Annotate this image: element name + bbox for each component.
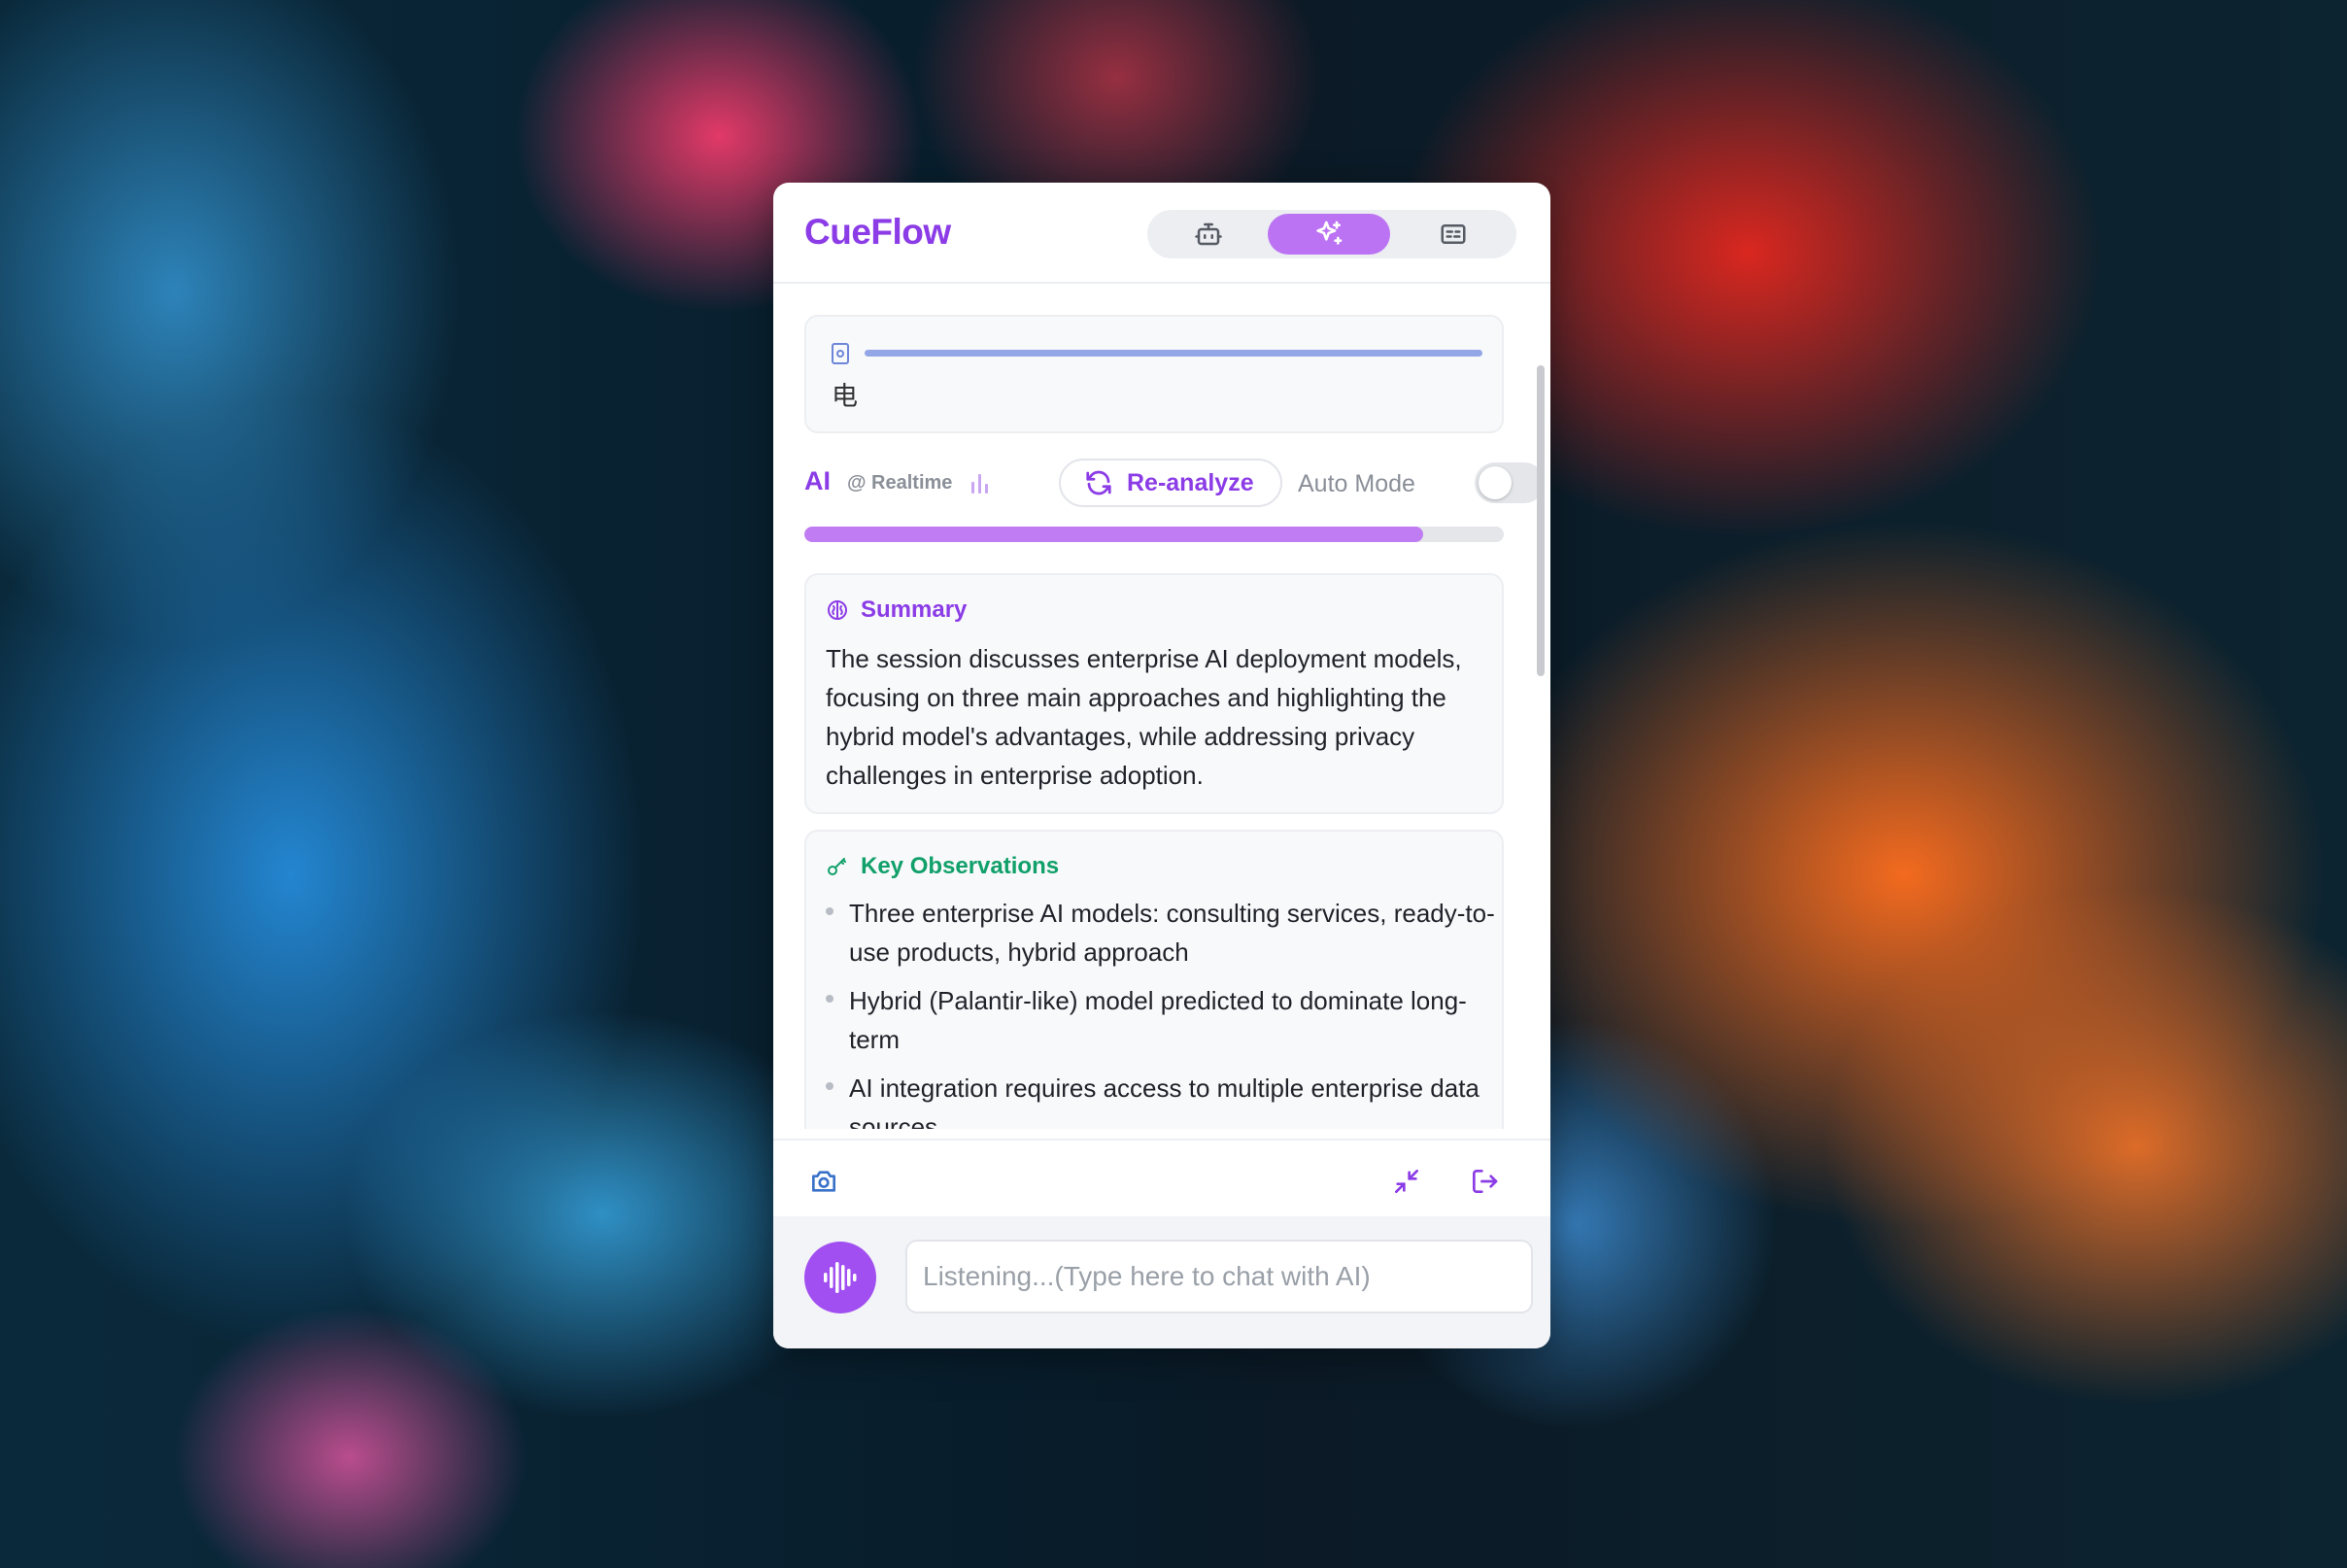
- source-progress-line: [865, 350, 1482, 357]
- observation-text: Hybrid (Palantir-like) model predicted t…: [849, 986, 1467, 1054]
- exit-button[interactable]: [1463, 1160, 1506, 1203]
- analysis-progress-fill: [804, 527, 1424, 542]
- chat-input[interactable]: [905, 1240, 1533, 1313]
- auto-mode-label: Auto Mode: [1298, 470, 1415, 497]
- reanalyze-label: Re-analyze: [1127, 468, 1254, 496]
- sparkles-icon: [1316, 221, 1343, 245]
- source-text: 电: [832, 382, 858, 412]
- toggle-knob: [1479, 466, 1512, 499]
- key-icon: [828, 858, 846, 875]
- bar-signal-icon: [971, 474, 988, 494]
- observation-item: Three enterprise AI models: consulting s…: [826, 894, 1496, 971]
- mode-switch: [1147, 210, 1516, 258]
- observation-text: AI integration requires access to multip…: [849, 1074, 1480, 1129]
- robot-icon: [1195, 222, 1222, 246]
- observation-text: Three enterprise AI models: consulting s…: [849, 899, 1495, 967]
- camera-icon: [812, 1171, 835, 1192]
- observation-item: Hybrid (Palantir-like) model predicted t…: [826, 981, 1496, 1059]
- summary-header: Summary: [826, 597, 967, 624]
- app-title: CueFlow: [804, 212, 951, 252]
- chat-input-bar: [773, 1216, 1550, 1348]
- ai-label: AI: [804, 466, 831, 495]
- reanalyze-button[interactable]: Re-analyze: [1059, 459, 1282, 507]
- analysis-progress-bar: [804, 527, 1504, 542]
- bullet-dot: [826, 995, 833, 1003]
- mode-assistant-button[interactable]: [1147, 214, 1270, 255]
- summary-title: Summary: [861, 597, 968, 623]
- document-icon: [832, 343, 849, 364]
- bottom-toolbar: [773, 1139, 1550, 1216]
- observations-list: Three enterprise AI models: consulting s…: [826, 894, 1496, 1129]
- realtime-label: @ Realtime: [847, 472, 953, 494]
- mode-insights-button[interactable]: [1268, 214, 1390, 255]
- exit-icon: [1473, 1170, 1498, 1193]
- observation-item: AI integration requires access to multip…: [826, 1069, 1496, 1129]
- key-observations-card: Key Observations Three enterprise AI mod…: [804, 830, 1504, 1129]
- minimize-button[interactable]: [1385, 1160, 1428, 1203]
- content-scrollbar[interactable]: [1537, 365, 1545, 676]
- screenshot-button[interactable]: [802, 1160, 845, 1203]
- auto-mode-toggle[interactable]: [1475, 462, 1545, 503]
- minimize-icon: [1395, 1170, 1418, 1193]
- summary-text: The session discusses enterprise AI depl…: [826, 644, 1462, 790]
- insights-content[interactable]: 电 AI @ Realtime Re-analyze Auto Mode Sum…: [773, 286, 1550, 1129]
- transcript-source-card: 电: [804, 315, 1504, 433]
- cueflow-panel: CueFlow 电 AI @ Realtime Re-analyze Auto …: [773, 183, 1550, 1348]
- audio-waveform-icon: [824, 1262, 857, 1293]
- ai-status-row: AI @ Realtime Re-analyze Auto Mode: [804, 457, 1545, 515]
- captions-icon: [1441, 224, 1466, 244]
- mode-transcript-button[interactable]: [1392, 214, 1514, 255]
- observations-header: Key Observations: [826, 853, 1059, 880]
- refresh-icon: [1084, 468, 1113, 497]
- voice-listen-button[interactable]: [804, 1242, 876, 1313]
- brain-icon: [828, 600, 847, 620]
- bullet-dot: [826, 907, 833, 915]
- summary-card: Summary The session discusses enterprise…: [804, 573, 1504, 814]
- bullet-dot: [826, 1082, 833, 1090]
- observations-title: Key Observations: [861, 853, 1060, 879]
- panel-header: CueFlow: [773, 183, 1550, 284]
